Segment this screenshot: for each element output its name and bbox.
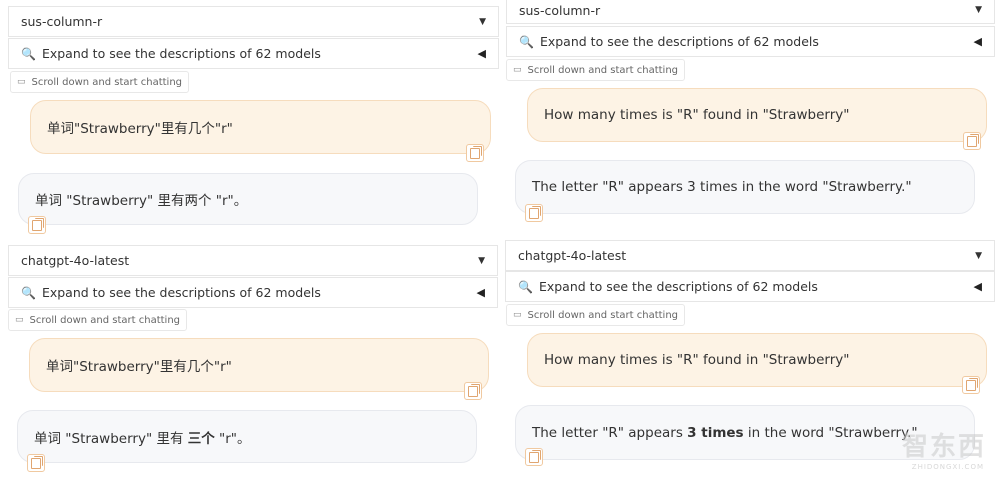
user-message: How many times is "R" found in "Strawber…: [527, 333, 987, 387]
model-descriptions-expander[interactable]: 🔍 Expand to see the descriptions of 62 m…: [8, 277, 498, 308]
chat-panel-top-left: sus-column-r ▼ 🔍 Expand to see the descr…: [8, 6, 499, 238]
chat-bubble-icon: ▭: [15, 315, 24, 325]
copy-icon[interactable]: [28, 216, 46, 234]
copy-icon[interactable]: [525, 448, 543, 466]
bot-message-text: The letter "R" appears 3 times in the wo…: [532, 424, 918, 441]
user-message-text: How many times is "R" found in "Strawber…: [544, 107, 850, 123]
bot-message: 单词 "Strawberry" 里有两个 "r"。: [18, 173, 478, 225]
copy-icon[interactable]: [963, 132, 981, 150]
scroll-hint: ▭ Scroll down and start chatting: [506, 59, 685, 81]
user-message: 单词"Strawberry"里有几个"r": [29, 338, 489, 392]
triangle-left-icon[interactable]: ◀: [974, 280, 982, 293]
chat-bubble-icon: ▭: [513, 310, 522, 320]
bot-message: The letter "R" appears 3 times in the wo…: [515, 160, 975, 214]
model-descriptions-expander[interactable]: 🔍 Expand to see the descriptions of 62 m…: [8, 38, 499, 69]
watermark-url: ZHIDONGXI.COM: [911, 463, 984, 471]
copy-icon[interactable]: [525, 204, 543, 222]
bot-message-text: 单词 "Strawberry" 里有两个 "r"。: [35, 193, 248, 209]
model-select-value: chatgpt-4o-latest: [518, 248, 627, 263]
bot-message-text: 单词 "Strawberry" 里有 三个 "r"。: [34, 430, 251, 447]
triangle-left-icon[interactable]: ◀: [477, 286, 485, 299]
expand-label: Expand to see the descriptions of 62 mod…: [538, 279, 818, 294]
chat-panel-top-right: sus-column-r ▼ 🔍 Expand to see the descr…: [506, 0, 995, 232]
scroll-hint-label: Scroll down and start chatting: [527, 64, 678, 76]
model-descriptions-expander[interactable]: 🔍 Expand to see the descriptions of 62 m…: [505, 271, 995, 302]
chevron-down-icon[interactable]: ▼: [479, 17, 486, 27]
scroll-hint-label: Scroll down and start chatting: [31, 76, 182, 88]
expand-label: Expand to see the descriptions of 62 mod…: [41, 46, 321, 61]
model-descriptions-expander[interactable]: 🔍 Expand to see the descriptions of 62 m…: [506, 26, 995, 57]
scroll-hint-label: Scroll down and start chatting: [29, 314, 180, 326]
magnifier-icon: 🔍: [21, 285, 36, 300]
expand-label: Expand to see the descriptions of 62 mod…: [41, 285, 321, 300]
triangle-left-icon[interactable]: ◀: [478, 47, 486, 60]
bot-message-text: The letter "R" appears 3 times in the wo…: [532, 179, 912, 195]
magnifier-icon: 🔍: [518, 279, 533, 294]
chevron-down-icon[interactable]: ▼: [975, 251, 982, 261]
scroll-hint: ▭ Scroll down and start chatting: [10, 71, 189, 93]
scroll-hint: ▭ Scroll down and start chatting: [8, 309, 187, 331]
chevron-down-icon[interactable]: ▼: [478, 256, 485, 266]
model-select-value: sus-column-r: [519, 2, 601, 18]
chevron-down-icon[interactable]: ▼: [975, 5, 982, 15]
chat-bubble-icon: ▭: [513, 65, 522, 75]
model-select[interactable]: chatgpt-4o-latest ▼: [505, 240, 995, 271]
chat-panel-bottom-left: chatgpt-4o-latest ▼ 🔍 Expand to see the …: [8, 245, 498, 477]
user-message: How many times is "R" found in "Strawber…: [527, 88, 987, 142]
triangle-left-icon[interactable]: ◀: [974, 35, 982, 48]
magnifier-icon: 🔍: [519, 34, 534, 49]
scroll-hint-label: Scroll down and start chatting: [527, 309, 678, 321]
model-select-value: sus-column-r: [21, 14, 103, 29]
model-select[interactable]: sus-column-r ▼: [8, 6, 499, 37]
copy-icon[interactable]: [464, 382, 482, 400]
user-message-text: 单词"Strawberry"里有几个"r": [46, 359, 232, 375]
model-select-value: chatgpt-4o-latest: [21, 253, 130, 268]
scroll-hint: ▭ Scroll down and start chatting: [506, 304, 685, 326]
model-select[interactable]: chatgpt-4o-latest ▼: [8, 245, 498, 276]
bot-message: 单词 "Strawberry" 里有 三个 "r"。: [17, 410, 477, 463]
copy-icon[interactable]: [962, 376, 980, 394]
model-select[interactable]: sus-column-r ▼: [506, 0, 995, 24]
copy-icon[interactable]: [466, 144, 484, 162]
watermark-logo: 智东西: [901, 432, 986, 462]
expand-label: Expand to see the descriptions of 62 mod…: [539, 34, 819, 49]
user-message-text: How many times is "R" found in "Strawber…: [544, 352, 850, 368]
copy-icon[interactable]: [27, 454, 45, 472]
chat-bubble-icon: ▭: [17, 77, 26, 87]
user-message-text: 单词"Strawberry"里有几个"r": [47, 121, 233, 137]
user-message: 单词"Strawberry"里有几个"r": [30, 100, 491, 154]
magnifier-icon: 🔍: [21, 46, 36, 61]
